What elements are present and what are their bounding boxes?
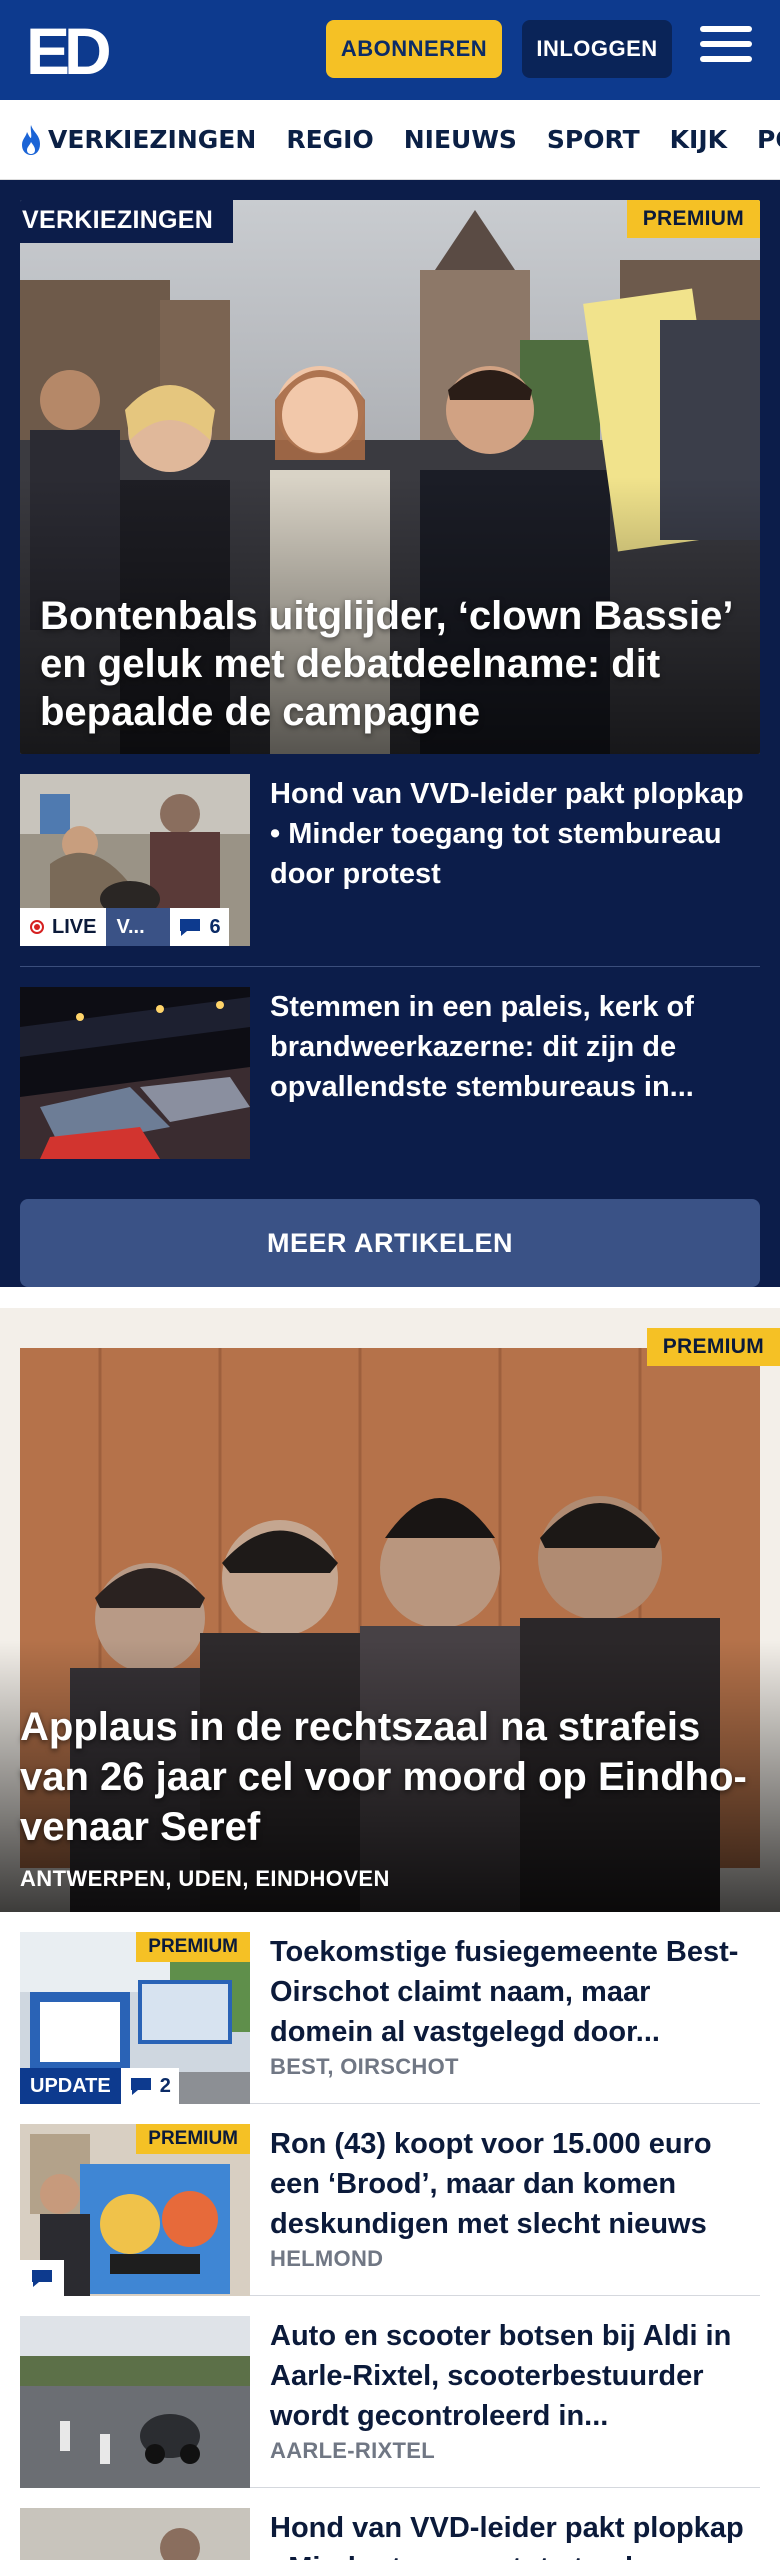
article-headline[interactable]: Toekomstige fusiegemeente Best-Oirschot … (250, 1932, 760, 2052)
article-thumbnail[interactable]: LIVE V... 6 (20, 774, 250, 946)
nav-item-sport[interactable]: SPORT (547, 125, 640, 154)
premium-badge: PREMIUM (136, 2124, 250, 2154)
nav-label: KIJK (669, 125, 728, 154)
court-hero-article[interactable]: PREMIUM Applaus in de rechtszaal na stra… (0, 1308, 780, 1912)
comment-icon (32, 2270, 52, 2287)
list-item[interactable]: PREMIUM UPDATE 2 Toekomstige fusiegemeen… (20, 1912, 760, 2104)
live-badge: LIVE (20, 908, 107, 946)
article-location: AARLE-RIXTEL (270, 2438, 435, 2463)
nav-item-kijk[interactable]: KIJK (670, 125, 727, 154)
article-headline[interactable]: Hond van VVD-leider pakt plopkap • Minde… (250, 2508, 760, 2560)
subscribe-button[interactable]: ABONNEREN (326, 20, 502, 78)
polling-station-photo (20, 987, 250, 1159)
premium-badge: PREMIUM (626, 200, 760, 238)
top-bar: ED ABONNEREN INLOGGEN (0, 0, 780, 100)
login-button[interactable]: INLOGGEN (522, 20, 672, 78)
hero-headline[interactable]: Bontenbals uitglijder, ‘clown Bassie’ en… (40, 592, 740, 736)
election-article[interactable]: Stemmen in een paleis, kerk of brandweer… (20, 967, 760, 1179)
more-articles-button[interactable]: MEER ARTIKELEN (20, 1199, 760, 1287)
comment-icon (180, 919, 201, 936)
logo-text: ED (26, 18, 109, 80)
list-item[interactable]: PREMIUM Ron (43) koopt voor 15.000 euro … (20, 2104, 760, 2296)
article-headline[interactable]: Stemmen in een paleis, kerk of brandweer… (250, 987, 760, 1159)
comment-count-value: 2 (159, 2074, 171, 2097)
dog-photo (20, 2508, 250, 2560)
court-location: ANTWERPEN, UDEN, EINDHOVEN (20, 1866, 390, 1891)
comment-count[interactable]: 6 (170, 908, 229, 946)
article-list: PREMIUM UPDATE 2 Toekomstige fusiegemeen… (0, 1912, 780, 2560)
elections-section: VERKIEZINGEN PREMIUM Bontenbals uitglijd… (0, 180, 780, 1287)
article-headline[interactable]: Ron (43) koopt voor 15.000 euro een ‘Bro… (250, 2124, 760, 2244)
article-thumbnail[interactable] (20, 2508, 250, 2560)
topic-tag: V... (106, 908, 171, 946)
live-label: LIVE (52, 915, 97, 938)
accident-photo (20, 2316, 250, 2488)
comment-count-value: 6 (209, 915, 221, 938)
section-nav: VERKIEZINGEN REGIO NIEUWS SPORT KIJK POD… (0, 100, 780, 180)
article-location: HELMOND (270, 2246, 384, 2271)
list-item[interactable]: Hond van VVD-leider pakt plopkap • Minde… (20, 2488, 760, 2560)
update-bar: UPDATE 2 (20, 2068, 179, 2104)
section-tag[interactable]: VERKIEZINGEN (20, 200, 234, 243)
live-bar: LIVE V... 6 (20, 908, 229, 946)
nav-item-podcasts[interactable]: PODCASTS (757, 125, 780, 154)
nav-label: NIEUWS (403, 125, 517, 154)
nav-item-verkiezingen[interactable]: VERKIEZINGEN (18, 123, 256, 157)
nav-label: REGIO (286, 125, 374, 154)
nav-label: VERKIEZINGEN (48, 125, 257, 154)
comment-icon (130, 2078, 151, 2095)
article-thumbnail[interactable]: PREMIUM (20, 2124, 250, 2296)
comment-button[interactable] (20, 2260, 64, 2296)
article-thumbnail[interactable] (20, 2316, 250, 2488)
flame-icon (22, 124, 40, 155)
comment-count[interactable]: 2 (120, 2068, 179, 2104)
article-location: BEST, OIRSCHOT (270, 2054, 459, 2079)
article-headline[interactable]: Auto en scooter botsen bij Aldi in Aarle… (250, 2316, 760, 2436)
article-headline[interactable]: Hond van VVD-leider pakt plopkap • Minde… (250, 774, 760, 946)
court-headline[interactable]: Applaus in de rechtszaal na strafeis van… (20, 1702, 760, 1852)
ed-logo[interactable]: ED (26, 18, 116, 80)
menu-icon[interactable] (700, 26, 752, 72)
election-article[interactable]: LIVE V... 6 Hond van VVD-leider pakt plo… (20, 754, 760, 967)
article-thumbnail[interactable] (20, 987, 250, 1159)
nav-label: SPORT (546, 125, 640, 154)
election-hero-article[interactable]: VERKIEZINGEN PREMIUM Bontenbals uitglijd… (20, 200, 760, 754)
update-badge: UPDATE (20, 2068, 121, 2104)
list-item[interactable]: Auto en scooter botsen bij Aldi in Aarle… (20, 2296, 760, 2488)
nav-item-nieuws[interactable]: NIEUWS (404, 125, 517, 154)
premium-badge: PREMIUM (136, 1932, 250, 1962)
nav-item-regio[interactable]: REGIO (286, 125, 373, 154)
live-dot-icon (30, 920, 44, 934)
premium-badge: PREMIUM (646, 1328, 780, 1366)
nav-label: PODCASTS (757, 125, 780, 154)
article-thumbnail[interactable]: PREMIUM UPDATE 2 (20, 1932, 250, 2104)
